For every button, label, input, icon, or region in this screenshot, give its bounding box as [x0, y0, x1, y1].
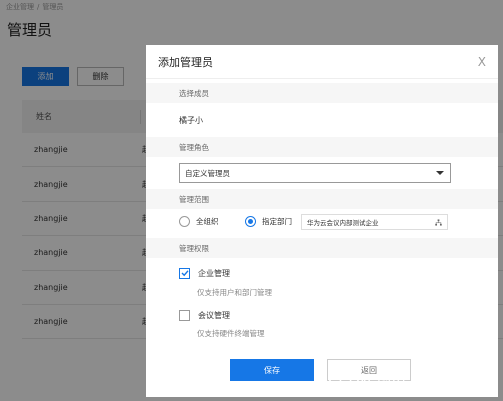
role-select-value: 自定义管理员 [185, 168, 230, 178]
scope-dept-label: 指定部门 [262, 216, 292, 226]
perm-enterprise-checkbox[interactable] [179, 267, 190, 279]
perm-enterprise-desc: 仅支持用户和部门管理 [197, 288, 272, 297]
save-button[interactable]: 保存 [230, 359, 314, 381]
scope-all-radio[interactable] [179, 215, 190, 227]
add-admin-dialog: 添加管理员 X 选择成员 橘子小 管理角色 自定义管理员 管理范围 全组织 指定… [146, 45, 498, 397]
checkmark-icon [181, 270, 189, 277]
caret-down-icon [436, 171, 444, 175]
close-icon[interactable]: X [478, 56, 486, 68]
scope-section-label: 管理范围 [146, 189, 498, 209]
perm-enterprise-label: 企业管理 [198, 268, 230, 278]
scope-all-option[interactable]: 全组织 [179, 214, 219, 228]
department-picker[interactable]: 华为云会议内部测试企业 [301, 214, 448, 230]
perm-meeting-label: 会议管理 [198, 310, 230, 320]
role-select[interactable]: 自定义管理员 [179, 163, 451, 183]
scope-dept-option[interactable]: 指定部门 [245, 214, 292, 228]
perm-enterprise-option[interactable]: 企业管理 [179, 266, 230, 280]
selected-member[interactable]: 橘子小 [179, 115, 203, 126]
perm-meeting-desc: 仅支持硬件终端管理 [197, 329, 265, 338]
perm-meeting-option[interactable]: 会议管理 [179, 308, 230, 322]
dialog-title: 添加管理员 [158, 55, 213, 69]
scope-dept-radio[interactable] [245, 215, 256, 227]
permission-section-label: 管理权限 [146, 238, 498, 258]
dialog-header: 添加管理员 X [146, 45, 498, 79]
scope-all-label: 全组织 [196, 216, 219, 226]
department-picker-value: 华为云会议内部测试企业 [307, 219, 379, 227]
member-section-label: 选择成员 [146, 83, 498, 103]
watermark: CSDN @i生活i科技 [328, 374, 462, 392]
org-tree-icon[interactable] [435, 218, 442, 226]
perm-meeting-checkbox[interactable] [179, 309, 190, 321]
role-section-label: 管理角色 [146, 137, 498, 157]
